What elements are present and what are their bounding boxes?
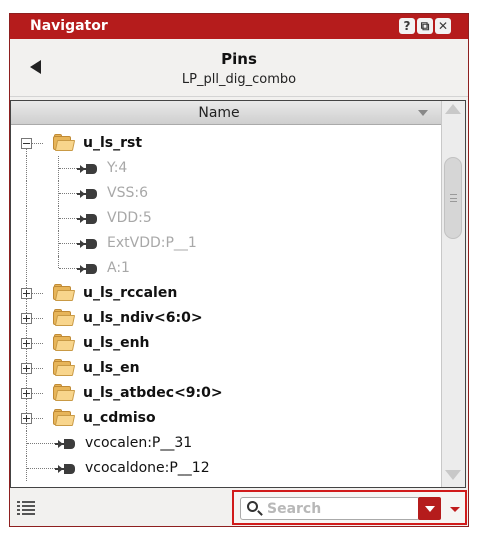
tree-connector (26, 231, 27, 256)
sort-caret-icon[interactable] (418, 110, 428, 116)
pin-icon (77, 188, 99, 199)
expand-icon[interactable] (21, 338, 32, 349)
navigator-header: Pins LP_pll_dig_combo (10, 39, 468, 97)
page-subtitle: LP_pll_dig_combo (181, 72, 297, 87)
pin-icon (77, 263, 99, 274)
expand-icon[interactable] (21, 413, 32, 424)
folder-icon (53, 334, 76, 351)
chevron-down-icon[interactable] (450, 507, 460, 512)
pin-icon (77, 213, 99, 224)
tree-item-label: Y:4 (107, 160, 128, 176)
tree-group-row[interactable]: u_ls_rst (11, 131, 441, 156)
tree-item-label: u_ls_rccalen (83, 285, 178, 301)
tree-group-row[interactable]: u_ls_enh (11, 331, 441, 356)
tree-connector (26, 156, 27, 181)
tree-connector (59, 243, 77, 244)
folder-icon (53, 284, 76, 301)
search-placeholder: Search (267, 501, 322, 517)
tree-connector (27, 443, 57, 444)
tree-pin-row[interactable]: ExtVDD:P__1 (11, 231, 441, 256)
folder-icon (53, 359, 76, 376)
tree-connector (59, 268, 77, 269)
collapse-icon[interactable] (21, 138, 32, 149)
page-title: Pins (221, 50, 257, 68)
search-icon (247, 501, 258, 512)
tree-item-label: u_ls_atbdec<9:0> (83, 385, 223, 401)
tree-view[interactable]: Name u_ls_rst Y:4 VSS:6 VDD:5 ExtVDD:P__1 A:1… (10, 100, 466, 488)
tree-item-label: vcocalen:P__31 (85, 435, 193, 451)
column-header-label: Name (198, 105, 240, 121)
tree-connector (59, 218, 77, 219)
tree-connector (59, 168, 77, 169)
folder-icon (53, 309, 76, 326)
navigator-panel: Navigator ? ⧉ ✕ Pins LP_pll_dig_combo Na… (9, 13, 469, 527)
vertical-scrollbar[interactable] (441, 101, 465, 487)
folder-icon (53, 384, 76, 401)
scroll-down-icon[interactable] (445, 470, 461, 480)
close-icon[interactable]: ✕ (435, 18, 451, 34)
window-title: Navigator (30, 18, 108, 34)
help-icon[interactable]: ? (399, 18, 415, 34)
tree-connector (58, 256, 59, 268)
bottom-toolbar: Search (10, 490, 468, 526)
tree-item-label: u_ls_enh (83, 335, 150, 351)
scroll-thumb[interactable] (444, 157, 462, 239)
tree-connector (26, 206, 27, 231)
pin-icon (55, 438, 77, 449)
tree-item-label: A:1 (107, 260, 130, 276)
tree-pin-row[interactable]: VDD:5 (11, 206, 441, 231)
pin-icon (77, 163, 99, 174)
grip-icon (450, 194, 457, 202)
expand-icon[interactable] (21, 388, 32, 399)
tree-pin-row[interactable]: vcocalen:P__31 (11, 431, 441, 456)
folder-icon (53, 409, 76, 426)
tree-pin-row[interactable]: A:1 (11, 256, 441, 281)
expand-icon[interactable] (21, 363, 32, 374)
tree-item-label: VSS:6 (107, 185, 148, 201)
tree-group-row[interactable]: u_ls_rccalen (11, 281, 441, 306)
tree-connector (26, 181, 27, 206)
tree-group-row[interactable]: u_cdmiso (11, 406, 441, 431)
tree-pin-row[interactable]: Y:4 (11, 156, 441, 181)
search-input[interactable]: Search (240, 497, 420, 520)
search-area: Search (232, 490, 467, 525)
tree-rows: u_ls_rst Y:4 VSS:6 VDD:5 ExtVDD:P__1 A:1 u_ls_… (11, 131, 441, 481)
scroll-up-icon[interactable] (445, 104, 461, 114)
pin-icon (77, 238, 99, 249)
column-header-name[interactable]: Name (11, 101, 441, 125)
tree-group-row[interactable]: u_ls_atbdec<9:0> (11, 381, 441, 406)
title-bar: Navigator ? ⧉ ✕ (10, 14, 468, 39)
list-view-icon[interactable] (17, 501, 35, 515)
pin-icon (55, 463, 77, 474)
tree-item-label: ExtVDD:P__1 (107, 235, 197, 251)
tree-item-label: u_ls_ndiv<6:0> (83, 310, 203, 326)
tree-group-row[interactable]: u_ls_en (11, 356, 441, 381)
tree-item-label: u_cdmiso (83, 410, 156, 426)
tree-pin-row[interactable]: VSS:6 (11, 181, 441, 206)
tree-connector (27, 468, 57, 469)
tree-item-label: u_ls_en (83, 360, 140, 376)
expand-icon[interactable] (21, 313, 32, 324)
tree-item-label: u_ls_rst (83, 135, 143, 151)
tree-item-label: VDD:5 (107, 210, 152, 226)
tree-pin-row[interactable]: vcocaldone:P__12 (11, 456, 441, 481)
tree-item-label: vcocaldone:P__12 (85, 460, 210, 476)
folder-icon (53, 134, 76, 151)
tree-connector (26, 256, 27, 281)
float-window-icon[interactable]: ⧉ (417, 18, 433, 34)
search-options-dropdown[interactable] (418, 497, 441, 520)
tree-connector (59, 193, 77, 194)
expand-icon[interactable] (21, 288, 32, 299)
tree-group-row[interactable]: u_ls_ndiv<6:0> (11, 306, 441, 331)
